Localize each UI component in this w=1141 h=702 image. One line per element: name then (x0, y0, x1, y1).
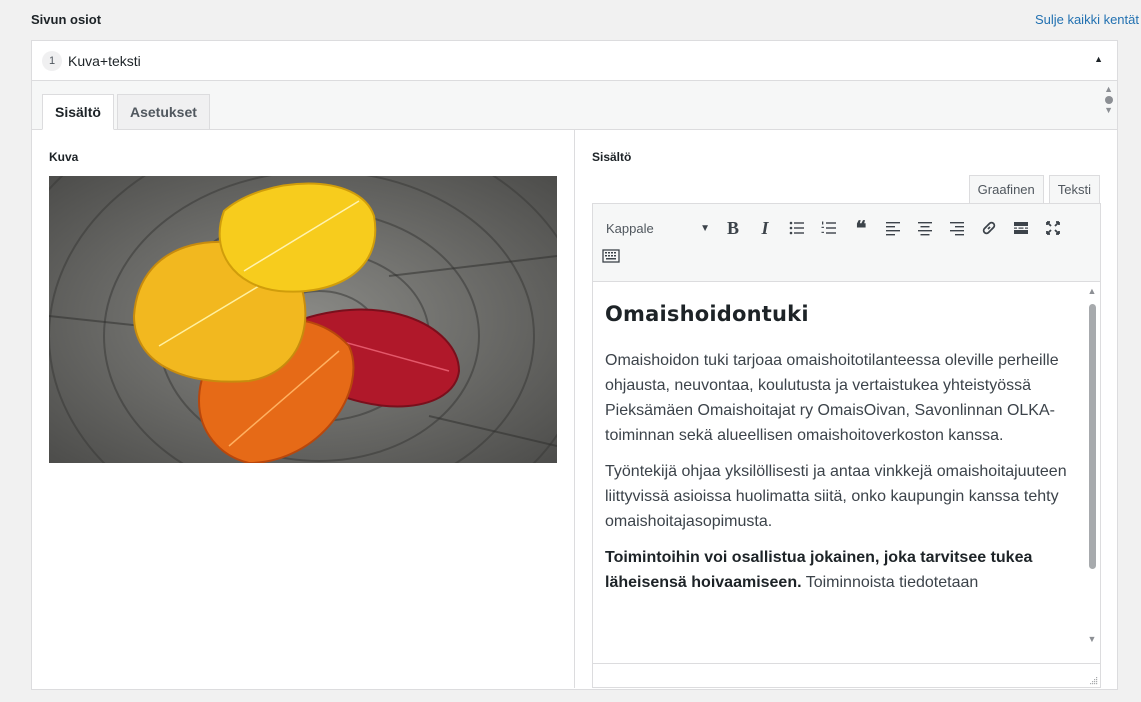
tab-visual[interactable]: Graafinen (968, 175, 1044, 204)
content-field-label: Sisältö (592, 150, 632, 164)
format-select-value: Kappale (606, 220, 654, 236)
move-up-icon[interactable]: ▲ (1104, 85, 1113, 94)
paragraph-text: Toiminnoista tiedotetaan (801, 574, 979, 591)
align-left-icon[interactable] (877, 214, 909, 242)
bullet-list-icon[interactable] (781, 214, 813, 242)
align-center-icon[interactable] (909, 214, 941, 242)
reorder-handle[interactable]: ▲ ▼ (1104, 85, 1113, 115)
fullscreen-icon[interactable] (1037, 214, 1069, 242)
scroll-down-icon[interactable]: ▼ (1086, 634, 1098, 644)
format-select[interactable]: Kappale ▼ (599, 215, 717, 241)
image-column: Kuva (32, 130, 575, 688)
tab-settings[interactable]: Asetukset (117, 94, 210, 130)
flexible-layout: 1 Kuva+teksti ▲ Sisältö Asetukset ▲ ▼ Ku… (31, 40, 1118, 690)
numbered-list-icon[interactable] (813, 214, 845, 242)
editor-scrollbar[interactable]: ▲ ▼ (1086, 286, 1098, 644)
editor-toolbar: Kappale ▼ B I ❝ (593, 204, 1100, 282)
collapse-all-link[interactable]: Sulje kaikki kentät (1035, 12, 1139, 27)
resize-handle-icon[interactable] (1088, 675, 1098, 685)
dropdown-arrow-icon: ▼ (700, 222, 710, 234)
toolbar-toggle-icon[interactable] (599, 242, 623, 270)
blockquote-icon[interactable]: ❝ (845, 214, 877, 242)
drag-icon[interactable] (1104, 96, 1113, 104)
layout-tabs: Sisältö Asetukset ▲ ▼ (32, 81, 1117, 130)
layout-header[interactable]: 1 Kuva+teksti ▲ (32, 41, 1117, 81)
editor-content[interactable]: Omaishoidontuki Omaishoidon tuki tarjoaa… (593, 282, 1100, 642)
editor-mode-tabs: Graafinen Teksti (968, 175, 1100, 204)
tab-text[interactable]: Teksti (1048, 175, 1100, 204)
scroll-up-icon[interactable]: ▲ (1086, 286, 1098, 296)
content-column: Sisältö Graafinen Teksti Kappale ▼ B I ❝… (575, 130, 1117, 688)
italic-icon[interactable]: I (749, 214, 781, 242)
leaves-picture (49, 176, 557, 463)
layout-order-number: 1 (42, 50, 62, 71)
content-paragraph: Työntekijä ohjaa yksilöllisesti ja antaa… (605, 463, 1067, 530)
content-heading: Omaishoidontuki (605, 302, 809, 326)
content-paragraph: Omaishoidon tuki tarjoaa omaishoitotilan… (605, 352, 1059, 444)
align-right-icon[interactable] (941, 214, 973, 242)
section-title: Sivun osiot (31, 12, 102, 27)
tab-content[interactable]: Sisältö (42, 94, 114, 130)
layout-name: Kuva+teksti (68, 52, 141, 69)
wysiwyg-editor: Kappale ▼ B I ❝ Omaishoidontuki Omaishoi… (592, 203, 1101, 688)
read-more-icon[interactable] (1005, 214, 1037, 242)
collapse-arrow-icon[interactable]: ▲ (1094, 54, 1103, 64)
content-paragraph: Toimintoihin voi osallistua jokainen, jo… (605, 545, 1070, 595)
image-field-label: Kuva (49, 150, 79, 164)
autumn-leaves-image[interactable] (49, 176, 557, 463)
move-down-icon[interactable]: ▼ (1104, 106, 1113, 115)
bold-icon[interactable]: B (717, 214, 749, 242)
editor-status-bar (593, 663, 1100, 687)
scrollbar-thumb[interactable] (1089, 304, 1096, 569)
link-icon[interactable] (973, 214, 1005, 242)
